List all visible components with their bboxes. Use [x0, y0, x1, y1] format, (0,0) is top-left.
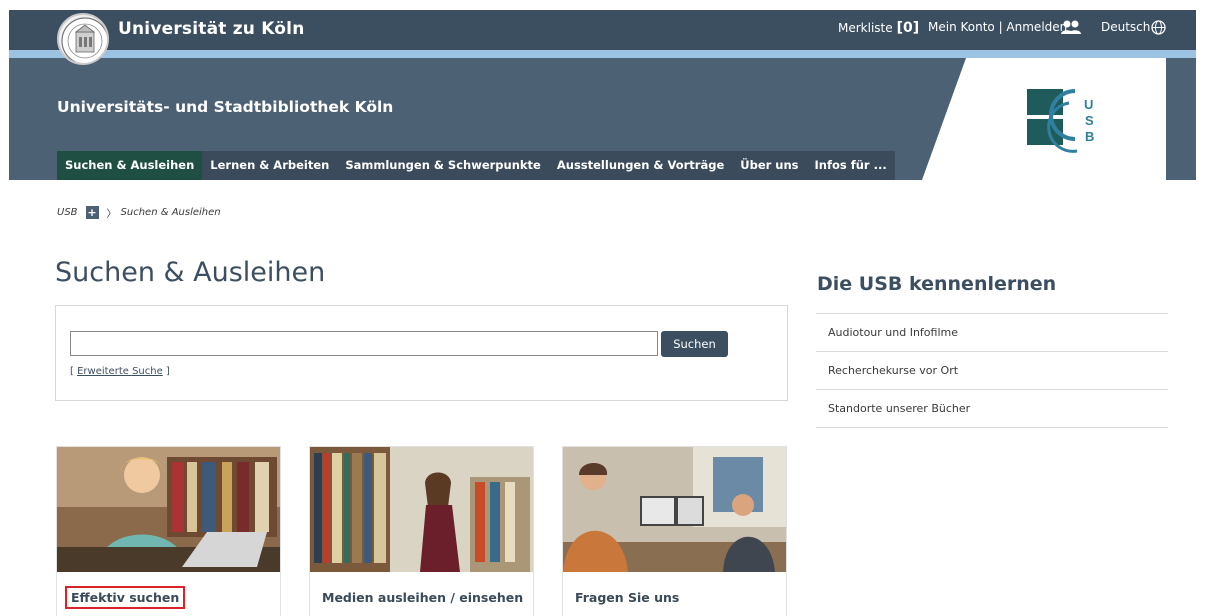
sidebar-item-audiotour[interactable]: Audiotour und Infofilme [816, 314, 1168, 352]
card-photo-library-shelves[interactable] [310, 447, 533, 572]
breadcrumb: USB + 〉 Suchen & Ausleihen [57, 205, 221, 220]
breadcrumb-current: Suchen & Ausleihen [120, 207, 221, 218]
search-panel: Suchen [ Erweiterte Suche ] [55, 305, 788, 401]
card-medien-ausleihen[interactable]: Medien ausleihen / einsehen [309, 446, 534, 616]
advanced-search-link[interactable]: Erweiterte Suche [77, 366, 163, 377]
card-label-fragen-sie-uns[interactable]: Fragen Sie uns [575, 590, 679, 605]
sidebar-list: Audiotour und Infofilme Recherchekurse v… [816, 313, 1168, 428]
nav-item-ueber-uns[interactable]: Über uns [732, 151, 806, 180]
nav-item-suchen-ausleihen[interactable]: Suchen & Ausleihen [57, 151, 203, 180]
advanced-search-wrapper: [ Erweiterte Suche ] [70, 366, 170, 377]
card-fragen-sie-uns[interactable]: Fragen Sie uns [562, 446, 787, 616]
sidebar-title: Die USB kennenlernen [817, 273, 1057, 295]
sidebar-item-standorte[interactable]: Standorte unserer Bücher [816, 390, 1168, 428]
globe-icon[interactable] [1151, 20, 1166, 35]
card-photo-student-laptop[interactable] [57, 447, 280, 572]
account-login-link[interactable]: Mein Konto | Anmelden [928, 20, 1067, 34]
merkliste-label: Merkliste [838, 21, 893, 35]
breadcrumb-separator-icon: 〉 [106, 209, 117, 220]
advanced-search-bracket-close: ] [162, 366, 170, 377]
university-seal-logo[interactable] [57, 13, 109, 65]
usb-logo[interactable]: U S B [1027, 89, 1109, 157]
card-label-medien-ausleihen[interactable]: Medien ausleihen / einsehen [322, 590, 523, 605]
search-input[interactable] [70, 331, 658, 356]
breadcrumb-expand-icon[interactable]: + [85, 206, 99, 219]
language-selector[interactable]: Deutsch [1101, 20, 1150, 34]
users-icon[interactable] [1060, 19, 1082, 35]
nav-item-ausstellungen-vortraege[interactable]: Ausstellungen & Vorträge [549, 151, 732, 180]
page-title: Suchen & Ausleihen [55, 257, 326, 288]
university-name[interactable]: Universität zu Köln [118, 19, 305, 39]
breadcrumb-root[interactable]: USB [57, 207, 78, 218]
logo-letter-b: B [1085, 129, 1094, 144]
card-photo-help-desk[interactable] [563, 447, 786, 572]
top-bar-stripe [9, 50, 1196, 58]
nav-item-lernen-arbeiten[interactable]: Lernen & Arbeiten [202, 151, 337, 180]
logo-letter-s: S [1085, 113, 1094, 128]
main-navigation: Suchen & Ausleihen Lernen & Arbeiten Sam… [57, 151, 895, 180]
library-name[interactable]: Universitäts- und Stadtbibliothek Köln [57, 98, 393, 116]
sidebar-item-recherchekurse[interactable]: Recherchekurse vor Ort [816, 352, 1168, 390]
merkliste-link[interactable]: Merkliste [0] [838, 20, 919, 36]
logo-letter-u: U [1084, 97, 1093, 112]
merkliste-count: [0] [896, 20, 920, 36]
card-label-effektiv-suchen[interactable]: Effektiv suchen [64, 586, 186, 609]
nav-item-infos-fuer[interactable]: Infos für ... [807, 151, 895, 180]
nav-item-sammlungen-schwerpunkte[interactable]: Sammlungen & Schwerpunkte [337, 151, 549, 180]
header-edge [1166, 58, 1196, 180]
search-button[interactable]: Suchen [661, 331, 728, 357]
card-effektiv-suchen[interactable]: Effektiv suchen [56, 446, 281, 616]
